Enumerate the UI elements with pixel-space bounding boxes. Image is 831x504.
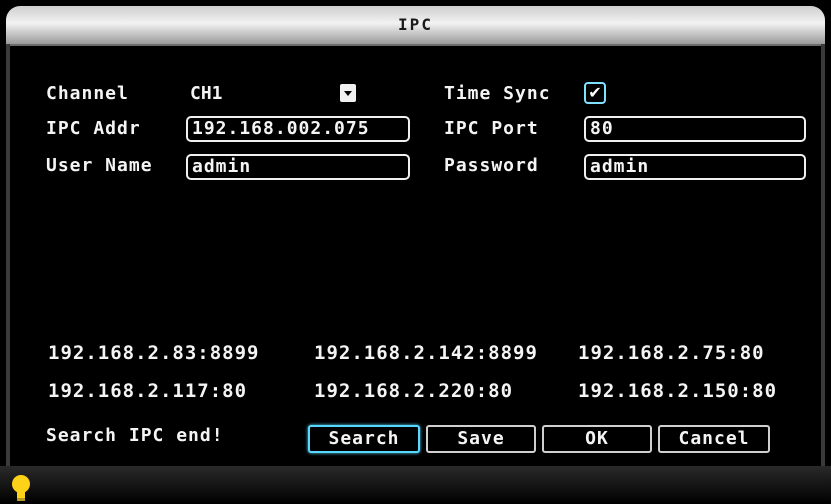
user-name-field[interactable]: admin [186,154,410,180]
search-result-item[interactable]: 192.168.2.83:8899 [48,342,259,364]
time-sync-label: Time Sync [444,83,551,104]
bottom-bar [0,466,831,504]
save-button[interactable]: Save [426,425,536,453]
search-result-item[interactable]: 192.168.2.142:8899 [314,342,538,364]
search-result-item[interactable]: 192.168.2.117:80 [48,380,247,402]
password-label: Password [444,155,539,176]
search-result-item[interactable]: 192.168.2.220:80 [314,380,513,402]
check-icon: ✔ [588,83,602,102]
ipc-addr-field[interactable]: 192.168.002.075 [186,116,410,142]
ipc-addr-label: IPC Addr [46,118,141,139]
title-bar: IPC [6,6,825,46]
search-result-item[interactable]: 192.168.2.75:80 [578,342,765,364]
cancel-button[interactable]: Cancel [658,425,770,453]
user-name-label: User Name [46,155,153,176]
password-field[interactable]: admin [584,154,806,180]
channel-label: Channel [46,83,129,104]
channel-select[interactable]: CH1 [186,82,356,106]
window-border-left [6,44,10,466]
channel-value: CH1 [190,83,223,104]
ipc-port-label: IPC Port [444,118,539,139]
search-button[interactable]: Search [308,425,420,453]
chevron-down-icon[interactable] [340,84,356,102]
lightbulb-icon [12,475,30,501]
window-border-right [821,44,825,466]
search-result-item[interactable]: 192.168.2.150:80 [578,380,777,402]
window-title: IPC [398,15,433,34]
status-text: Search IPC end! [46,425,224,446]
time-sync-checkbox[interactable]: ✔ [584,82,606,104]
ipc-port-field[interactable]: 80 [584,116,806,142]
ok-button[interactable]: OK [542,425,652,453]
